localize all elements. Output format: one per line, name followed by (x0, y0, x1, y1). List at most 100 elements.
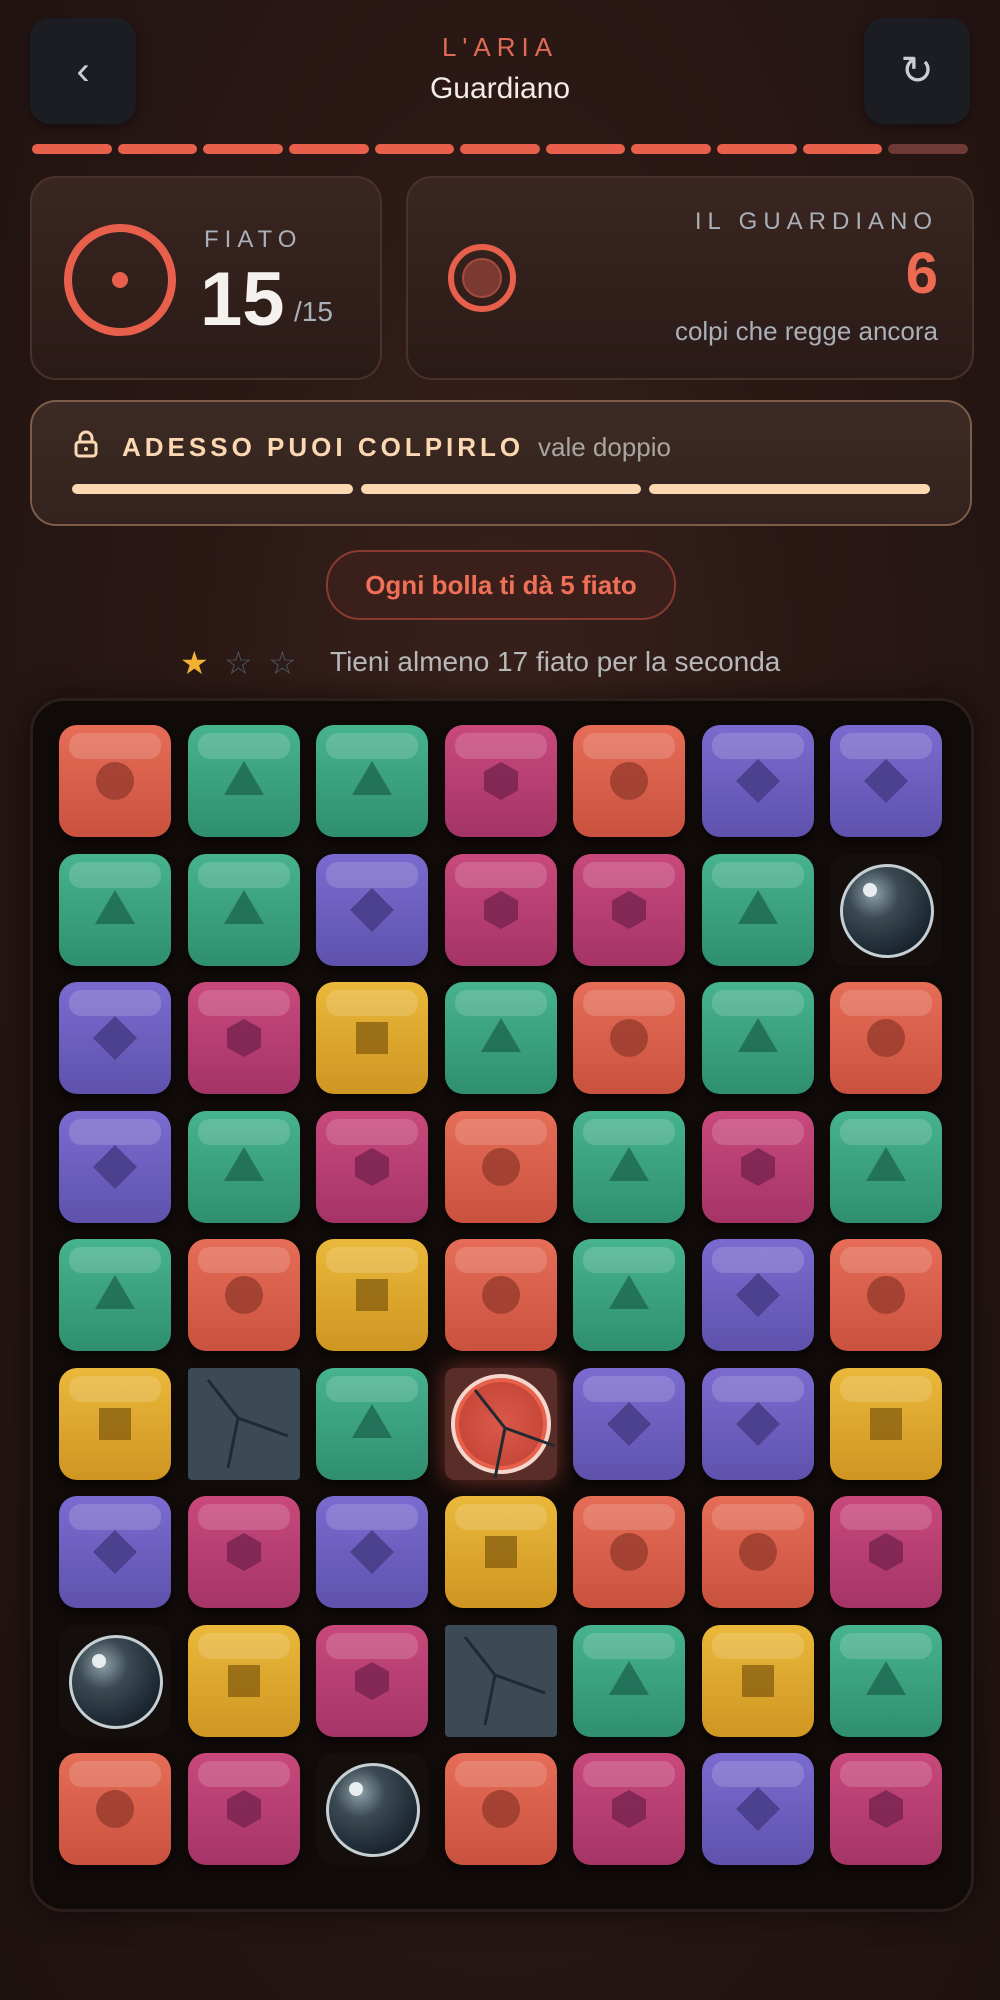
game-board (30, 698, 974, 1912)
diamond-icon (735, 1401, 780, 1446)
purple-diamond-tile[interactable] (573, 1367, 685, 1480)
unlock-bar-segment (360, 484, 642, 494)
unlock-banner: ADESSO PUOI COLPIRLO vale doppio (30, 400, 972, 526)
pink-hexagon-tile[interactable] (316, 1110, 428, 1223)
purple-diamond-tile[interactable] (316, 1496, 428, 1608)
purple-diamond-tile[interactable] (701, 1239, 814, 1351)
pink-hexagon-tile[interactable] (444, 725, 557, 837)
star-empty-icon: ☆ (224, 645, 253, 681)
level-title: Guardiano (429, 72, 571, 105)
diamond-icon (93, 1530, 137, 1574)
pink-hexagon-tile[interactable] (187, 982, 300, 1094)
green-triangle-tile[interactable] (830, 1624, 942, 1737)
bubble-tile[interactable] (830, 853, 942, 966)
guardian-tile[interactable] (444, 1367, 557, 1480)
guardian-core-icon (450, 1373, 556, 1478)
purple-diamond-tile[interactable] (830, 725, 942, 837)
level-progress-bar (32, 144, 969, 154)
green-triangle-tile[interactable] (59, 1239, 171, 1351)
triangle-icon (866, 1660, 906, 1695)
coral-circle-tile[interactable] (59, 725, 171, 837)
green-triangle-tile[interactable] (59, 853, 171, 966)
green-triangle-tile[interactable] (187, 725, 300, 837)
coral-circle-tile[interactable] (444, 1753, 557, 1865)
diamond-icon (350, 887, 394, 932)
coral-circle-tile[interactable] (59, 1753, 171, 1865)
pink-hexagon-tile[interactable] (573, 1753, 685, 1865)
stone-block-tile[interactable] (444, 1624, 557, 1737)
coral-circle-tile[interactable] (701, 1496, 814, 1608)
green-triangle-tile[interactable] (701, 853, 814, 966)
green-triangle-tile[interactable] (573, 1624, 685, 1737)
pink-hexagon-tile[interactable] (830, 1753, 942, 1865)
gold-square-tile[interactable] (59, 1367, 171, 1480)
coral-circle-tile[interactable] (187, 1239, 300, 1351)
square-icon (484, 1536, 517, 1568)
circle-icon (224, 1276, 263, 1314)
bubble-icon (69, 1634, 163, 1729)
green-triangle-tile[interactable] (701, 982, 814, 1094)
hexagon-icon (355, 1661, 389, 1700)
coral-circle-tile[interactable] (444, 1239, 557, 1351)
green-triangle-tile[interactable] (316, 1367, 428, 1480)
green-triangle-tile[interactable] (573, 1239, 685, 1351)
circle-icon (610, 1533, 648, 1571)
restart-button[interactable]: ↻ (864, 18, 970, 124)
breath-card: FIATO 15 /15 (30, 176, 382, 380)
gold-square-tile[interactable] (187, 1624, 300, 1737)
coral-circle-tile[interactable] (573, 982, 685, 1094)
coral-circle-tile[interactable] (830, 1239, 942, 1351)
green-triangle-tile[interactable] (444, 982, 557, 1094)
stone-block-tile[interactable] (187, 1367, 300, 1480)
gold-square-tile[interactable] (316, 1239, 428, 1351)
pink-hexagon-tile[interactable] (573, 853, 685, 966)
gold-square-tile[interactable] (701, 1624, 814, 1737)
diamond-icon (607, 1401, 651, 1446)
bubble-tile[interactable] (59, 1624, 171, 1737)
green-triangle-tile[interactable] (830, 1110, 942, 1223)
triangle-icon (223, 1146, 264, 1181)
gold-square-tile[interactable] (316, 982, 428, 1094)
triangle-icon (95, 889, 135, 924)
green-triangle-tile[interactable] (187, 1110, 300, 1223)
pink-hexagon-tile[interactable] (187, 1753, 300, 1865)
unlock-subtitle: vale doppio (538, 432, 671, 462)
green-triangle-tile[interactable] (573, 1110, 685, 1223)
circle-icon (96, 1790, 134, 1828)
hexagon-icon (612, 1790, 646, 1828)
purple-diamond-tile[interactable] (701, 725, 814, 837)
green-triangle-tile[interactable] (187, 853, 300, 966)
pink-hexagon-tile[interactable] (187, 1496, 300, 1608)
hexagon-icon (869, 1790, 903, 1828)
triangle-icon (223, 889, 264, 924)
breath-label: FIATO (204, 226, 303, 253)
triangle-icon (609, 1660, 649, 1695)
world-title: L'ARIA (441, 32, 559, 62)
restart-icon: ↻ (900, 49, 934, 93)
pink-hexagon-tile[interactable] (701, 1110, 814, 1223)
diamond-icon (735, 1787, 780, 1831)
diamond-icon (93, 1144, 137, 1189)
green-triangle-tile[interactable] (316, 725, 428, 837)
purple-diamond-tile[interactable] (59, 982, 171, 1094)
triangle-icon (609, 1275, 649, 1309)
bubble-tile[interactable] (316, 1753, 428, 1865)
purple-diamond-tile[interactable] (59, 1110, 171, 1223)
coral-circle-tile[interactable] (573, 1496, 685, 1608)
purple-diamond-tile[interactable] (701, 1367, 814, 1480)
gold-square-tile[interactable] (830, 1367, 942, 1480)
progress-segment (802, 144, 883, 154)
coral-circle-tile[interactable] (573, 725, 685, 837)
diamond-icon (350, 1530, 394, 1574)
purple-diamond-tile[interactable] (59, 1496, 171, 1608)
purple-diamond-tile[interactable] (701, 1753, 814, 1865)
breath-value: 15 (200, 257, 285, 342)
pink-hexagon-tile[interactable] (444, 853, 557, 966)
gold-square-tile[interactable] (444, 1496, 557, 1608)
coral-circle-tile[interactable] (830, 982, 942, 1094)
pink-hexagon-tile[interactable] (830, 1496, 942, 1608)
coral-circle-tile[interactable] (444, 1110, 557, 1223)
pink-hexagon-tile[interactable] (316, 1624, 428, 1737)
progress-segment (717, 144, 797, 154)
purple-diamond-tile[interactable] (316, 853, 428, 966)
